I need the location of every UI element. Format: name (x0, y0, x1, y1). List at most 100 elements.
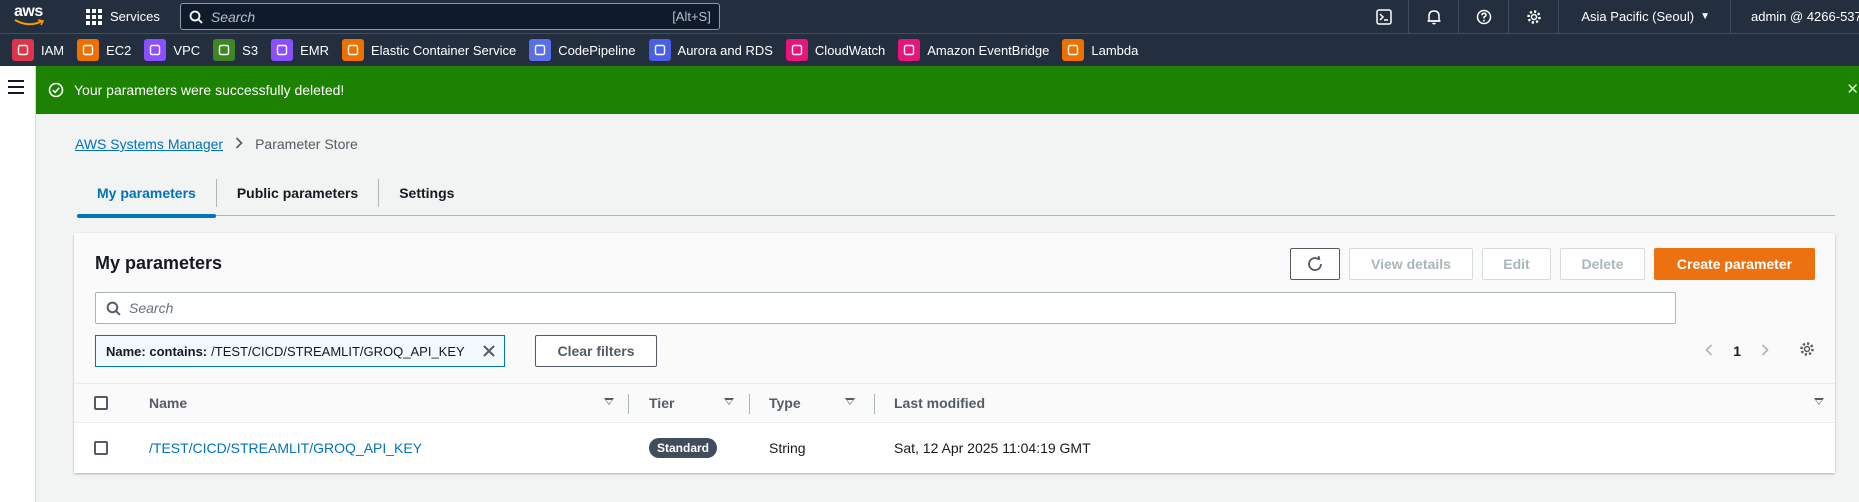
filter-token: Name: contains: /TEST/CICD/STREAMLIT/GRO… (95, 335, 505, 367)
sort-arrow-icon[interactable] (1814, 398, 1824, 405)
parameter-name-link[interactable]: /TEST/CICD/STREAMLIT/GROQ_API_KEY (149, 423, 422, 473)
table-header: Name Tier Type Last modified (74, 383, 1835, 423)
table-row[interactable]: /TEST/CICD/STREAMLIT/GROQ_API_KEY Standa… (74, 423, 1835, 473)
column-header-tier[interactable]: Tier (649, 384, 674, 422)
favorite-label: CloudWatch (814, 42, 886, 58)
next-page-icon[interactable] (1761, 343, 1769, 359)
ecs-icon (341, 39, 364, 61)
favorite-label: VPC (173, 42, 201, 58)
settings-button[interactable] (1509, 0, 1560, 33)
type-cell: String (769, 440, 806, 456)
services-label: Services (110, 9, 160, 24)
s3-icon (213, 39, 236, 61)
favorite-cloudwatch[interactable]: CloudWatch (785, 39, 886, 61)
rds-icon (648, 39, 671, 61)
row-checkbox[interactable] (94, 423, 108, 473)
parameter-tabs: My parameters Public parameters Settings (77, 170, 1835, 218)
hamburger-menu-icon[interactable] (8, 80, 24, 98)
top-navigation: aws Services [Alt+S] (0, 0, 1859, 33)
cloudshell-button[interactable] (1359, 0, 1410, 33)
notifications-button[interactable] (1409, 0, 1460, 33)
current-page[interactable]: 1 (1733, 343, 1741, 359)
favorite-elastic-container-service[interactable]: Elastic Container Service (341, 39, 516, 61)
select-all-checkbox[interactable] (94, 384, 108, 422)
aws-logo[interactable]: aws (8, 0, 68, 33)
favorite-lambda[interactable]: Lambda (1062, 39, 1138, 61)
account-label: admin @ 4266-5374-2 (1751, 9, 1859, 24)
refresh-button[interactable] (1290, 248, 1340, 280)
breadcrumb-systems-manager[interactable]: AWS Systems Manager (75, 136, 223, 152)
refresh-icon (1308, 255, 1322, 271)
delete-button[interactable]: Delete (1560, 248, 1645, 280)
services-menu-button[interactable]: Services (80, 0, 166, 33)
tab-my-parameters[interactable]: My parameters (77, 170, 216, 218)
grid-icon (86, 8, 102, 25)
global-search-input[interactable] (210, 8, 673, 25)
favorite-s3[interactable]: S3 (213, 39, 258, 61)
previous-page-icon[interactable] (1705, 343, 1713, 359)
column-header-name[interactable]: Name (149, 384, 187, 422)
column-divider[interactable] (749, 394, 750, 414)
tier-cell: Standard (649, 423, 718, 473)
search-icon (106, 301, 121, 316)
panel-header: My parameters View details Edit Delete C… (74, 233, 1835, 383)
favorite-label: EC2 (106, 42, 132, 58)
sort-arrow-icon[interactable] (724, 398, 734, 405)
column-divider[interactable] (874, 394, 875, 414)
filter-token-value: /TEST/CICD/STREAMLIT/GROQ_API_KEY (211, 343, 465, 359)
tab-public-parameters[interactable]: Public parameters (217, 170, 378, 216)
vpc-icon (144, 39, 167, 61)
column-divider[interactable] (628, 394, 629, 414)
chevron-right-icon (235, 136, 243, 152)
pagination: 1 (1705, 343, 1769, 359)
favorite-label: EMR (300, 42, 329, 58)
table-preferences-gear-icon[interactable] (1799, 341, 1815, 360)
tier-badge: Standard (649, 438, 718, 458)
global-search[interactable]: [Alt+S] (179, 3, 720, 30)
close-icon[interactable]: ✕ (1846, 80, 1859, 98)
cloudwatch-icon (785, 39, 808, 61)
parameters-panel: My parameters View details Edit Delete C… (74, 233, 1835, 473)
favorite-iam[interactable]: IAM (12, 39, 64, 61)
filter-token-key: Name: contains: (106, 343, 208, 359)
success-check-icon (48, 82, 64, 98)
column-header-last-modified[interactable]: Last modified (894, 384, 985, 422)
favorite-amazon-eventbridge[interactable]: Amazon EventBridge (898, 39, 1049, 61)
search-icon (189, 10, 203, 24)
view-details-button[interactable]: View details (1349, 248, 1473, 280)
favorite-aurora-and-rds[interactable]: Aurora and RDS (648, 39, 773, 61)
favorites-bar: IAM EC2 VPC S3 EMR Elastic Container Service C… (0, 33, 1859, 66)
iam-icon (12, 39, 34, 61)
favorite-vpc[interactable]: VPC (144, 39, 200, 61)
clear-filters-button[interactable]: Clear filters (535, 335, 657, 367)
region-label: Asia Pacific (Seoul) (1581, 9, 1695, 24)
help-icon (1476, 9, 1492, 24)
favorite-emr[interactable]: EMR (271, 39, 329, 61)
caret-down-icon: ▼ (1700, 11, 1710, 22)
flash-message: Your parameters were successfully delete… (74, 82, 345, 98)
parameter-search-input[interactable] (129, 300, 1675, 316)
lambda-icon (1062, 39, 1085, 61)
sort-arrow-icon[interactable] (845, 398, 855, 405)
parameter-search[interactable] (95, 292, 1676, 324)
create-parameter-button[interactable]: Create parameter (1654, 248, 1815, 280)
gear-icon (1527, 9, 1541, 24)
favorite-label: Lambda (1091, 42, 1139, 58)
account-menu[interactable]: admin @ 4266-5374-2 (1731, 9, 1859, 24)
edit-button[interactable]: Edit (1482, 248, 1551, 280)
region-selector[interactable]: Asia Pacific (Seoul) ▼ (1559, 0, 1731, 33)
column-header-type[interactable]: Type (769, 384, 801, 422)
favorite-codepipeline[interactable]: CodePipeline (529, 39, 636, 61)
terminal-icon (1376, 8, 1392, 25)
favorite-label: IAM (41, 42, 65, 58)
eventbridge-icon (898, 39, 921, 61)
tab-settings[interactable]: Settings (379, 170, 474, 216)
search-shortcut: [Alt+S] (672, 9, 711, 24)
sort-arrow-icon[interactable] (604, 398, 614, 405)
aws-smile-icon (14, 19, 44, 26)
favorite-ec2[interactable]: EC2 (77, 39, 131, 61)
remove-filter-icon[interactable] (474, 344, 504, 358)
help-button[interactable] (1459, 0, 1510, 33)
breadcrumb-current: Parameter Store (255, 136, 358, 152)
favorite-label: S3 (242, 42, 259, 58)
